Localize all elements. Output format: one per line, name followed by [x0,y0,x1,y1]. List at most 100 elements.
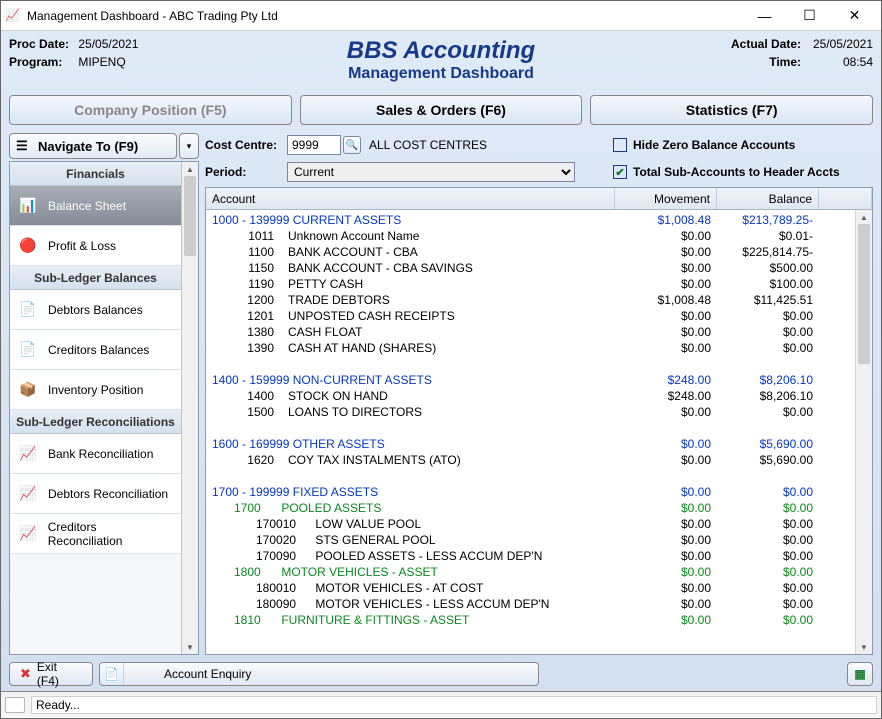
cell-account: 1400STOCK ON HAND [212,389,609,403]
scroll-down-icon[interactable]: ▼ [856,640,872,654]
minimize-button[interactable]: — [742,2,787,30]
grid-row[interactable]: 170020 STS GENERAL POOL$0.00$0.00 [206,532,855,548]
cost-centre-label: Cost Centre: [205,138,287,152]
grid-row[interactable]: 1810 FURNITURE & FITTINGS - ASSET$0.00$0… [206,612,855,628]
cell-balance: $0.00 [711,613,813,627]
grid-row[interactable]: 1000 - 139999 CURRENT ASSETS$1,008.48$21… [206,212,855,228]
tab-sales-orders[interactable]: Sales & Orders (F6) [300,95,583,125]
grid-row[interactable]: 1200TRADE DEBTORS$1,008.48$11,425.51 [206,292,855,308]
nav-scrollbar[interactable]: ▲ ▼ [181,162,198,654]
cell-movement: $248.00 [609,389,711,403]
cell-account: 1600 - 169999 OTHER ASSETS [212,437,609,451]
col-header-movement[interactable]: Movement [615,188,717,209]
col-header-account[interactable]: Account [206,188,615,209]
header-center: BBS Accounting Management Dashboard [9,37,873,83]
grid-row[interactable]: 1600 - 169999 OTHER ASSETS$0.00$5,690.00 [206,436,855,452]
tab-statistics[interactable]: Statistics (F7) [590,95,873,125]
cell-balance: $0.00 [711,485,813,499]
nav-item[interactable]: 📈Creditors Reconciliation [10,514,181,554]
cell-account: 1150BANK ACCOUNT - CBA SAVINGS [212,261,609,275]
title-bar: 📈 Management Dashboard - ABC Trading Pty… [1,1,881,31]
grid-row[interactable]: 170090 POOLED ASSETS - LESS ACCUM DEP'N$… [206,548,855,564]
grid-row[interactable]: 1500LOANS TO DIRECTORS$0.00$0.00 [206,404,855,420]
grid-row[interactable]: 1400 - 159999 NON-CURRENT ASSETS$248.00$… [206,372,855,388]
cell-movement: $1,008.48 [609,293,711,307]
navigate-to-button[interactable]: ☰ Navigate To (F9) [9,133,177,159]
grid-row[interactable]: 180010 MOTOR VEHICLES - AT COST$0.00$0.0… [206,580,855,596]
cost-centre-input[interactable] [287,135,341,155]
grid-row[interactable]: 1620COY TAX INSTALMENTS (ATO)$0.00$5,690… [206,452,855,468]
cell-movement: $0.00 [609,597,711,611]
grid-row[interactable]: 1201UNPOSTED CASH RECEIPTS$0.00$0.00 [206,308,855,324]
cost-centre-lookup-button[interactable]: 🔍 [343,136,361,154]
maximize-button[interactable]: ☐ [787,2,832,30]
nav-item-label: Debtors Balances [48,303,143,317]
nav-item-icon: 📦 [18,382,38,398]
cell-balance: $8,206.10 [711,373,813,387]
grid-scrollbar[interactable]: ▲ ▼ [855,210,872,654]
grid-row[interactable]: 170010 LOW VALUE POOL$0.00$0.00 [206,516,855,532]
grid-row[interactable]: 1390CASH AT HAND (SHARES)$0.00$0.00 [206,340,855,356]
grid-row[interactable]: 180090 MOTOR VEHICLES - LESS ACCUM DEP'N… [206,596,855,612]
grid-row[interactable]: 1380CASH FLOAT$0.00$0.00 [206,324,855,340]
grid-row[interactable]: 1700 POOLED ASSETS$0.00$0.00 [206,500,855,516]
list-icon: ☰ [16,138,32,154]
grid-row[interactable]: 1100BANK ACCOUNT - CBA$0.00$225,814.75- [206,244,855,260]
nav-item-label: Creditors Balances [48,343,149,357]
cell-balance: $0.00 [711,533,813,547]
hide-zero-label[interactable]: Hide Zero Balance Accounts [633,138,795,152]
cell-movement: $0.00 [609,453,711,467]
exit-label: Exit (F4) [37,660,82,688]
cell-balance: $0.00 [711,341,813,355]
nav-item[interactable]: 📦Inventory Position [10,370,181,410]
tab-company-position[interactable]: Company Position (F5) [9,95,292,125]
nav-item[interactable]: 📈Bank Reconciliation [10,434,181,474]
nav-item-icon: 📈 [18,486,38,502]
exit-button[interactable]: ✖ Exit (F4) [9,662,93,686]
nav-section-header: Financials [10,162,181,186]
grid-body: 1000 - 139999 CURRENT ASSETS$1,008.48$21… [206,210,872,654]
account-enquiry-button[interactable]: 📄 Account Enquiry [99,662,539,686]
nav-section-header: Sub-Ledger Reconciliations [10,410,181,434]
cell-movement: $0.00 [609,485,711,499]
nav-item[interactable]: 📊Balance Sheet [10,186,181,226]
total-sub-checkbox[interactable]: ✔ [613,165,627,179]
grid-row[interactable]: 1011Unknown Account Name$0.00$0.01- [206,228,855,244]
right-column: Cost Centre: 🔍 ALL COST CENTRES Hide Zer… [205,133,873,655]
window-title: Management Dashboard - ABC Trading Pty L… [27,9,742,23]
cell-movement: $0.00 [609,517,711,531]
cell-account: 1011Unknown Account Name [212,229,609,243]
cell-movement: $0.00 [609,277,711,291]
grid-row[interactable]: 1150BANK ACCOUNT - CBA SAVINGS$0.00$500.… [206,260,855,276]
navigate-dropdown-button[interactable]: ▾ [179,133,199,159]
scroll-thumb[interactable] [184,176,196,256]
grid-row[interactable]: 1800 MOTOR VEHICLES - ASSET$0.00$0.00 [206,564,855,580]
scroll-up-icon[interactable]: ▲ [182,162,198,176]
excel-icon: ▦ [854,667,865,681]
total-sub-label[interactable]: Total Sub-Accounts to Header Accts [633,165,840,179]
cell-balance: $0.00 [711,517,813,531]
account-enquiry-label: Account Enquiry [164,667,251,681]
grid-row[interactable]: 1700 - 199999 FIXED ASSETS$0.00$0.00 [206,484,855,500]
cell-movement: $0.00 [609,325,711,339]
period-select[interactable]: Current [287,162,575,182]
hide-zero-checkbox[interactable] [613,138,627,152]
nav-item[interactable]: 📄Debtors Balances [10,290,181,330]
nav-item[interactable]: 🔴Profit & Loss [10,226,181,266]
close-button[interactable]: ✕ [832,2,877,30]
scroll-up-icon[interactable]: ▲ [856,210,872,224]
grid-row[interactable]: 1400STOCK ON HAND$248.00$8,206.10 [206,388,855,404]
cell-account: 1400 - 159999 NON-CURRENT ASSETS [212,373,609,387]
scroll-down-icon[interactable]: ▼ [182,640,198,654]
col-header-balance[interactable]: Balance [717,188,819,209]
cell-account: 1800 MOTOR VEHICLES - ASSET [212,565,609,579]
nav-item[interactable]: 📈Debtors Reconciliation [10,474,181,514]
nav-item[interactable]: 📄Creditors Balances [10,330,181,370]
export-excel-button[interactable]: ▦ [847,662,873,686]
scroll-thumb[interactable] [858,224,870,364]
cell-balance: $5,690.00 [711,437,813,451]
grid-row[interactable]: 1190PETTY CASH$0.00$100.00 [206,276,855,292]
cell-movement: $248.00 [609,373,711,387]
grid-header: Account Movement Balance [206,188,872,210]
nav-header: ☰ Navigate To (F9) ▾ [9,133,199,159]
